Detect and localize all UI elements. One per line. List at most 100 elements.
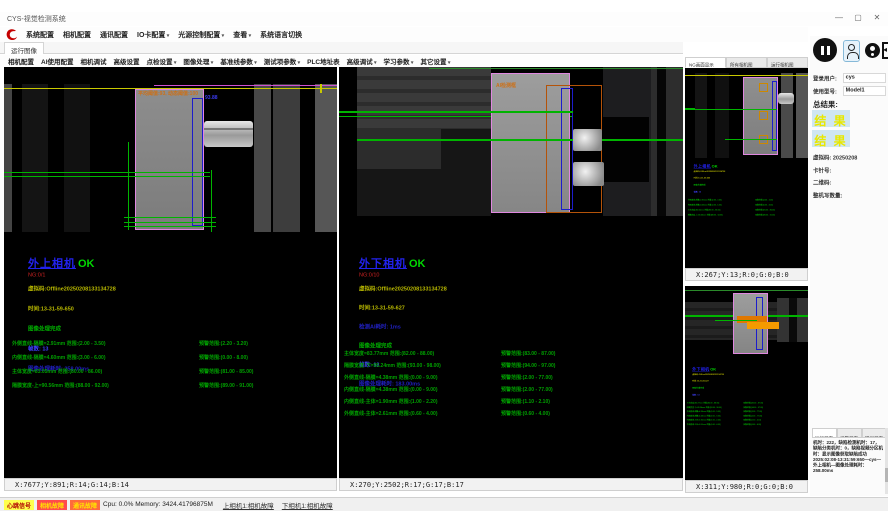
tab-alarm-log[interactable]: 报警日志 [837, 428, 862, 438]
tab-error-log[interactable]: 错误日志 [862, 428, 887, 438]
result-indicator-upper: 结 果 [812, 110, 850, 127]
thumbnail-panel-lower[interactable]: 外下相机OK 虚拟码:Offline20250208133134728 时间:1… [685, 286, 808, 493]
result-indicator-lower: 结 果 [812, 130, 850, 147]
tool-learning-params[interactable]: 学习参数 [384, 56, 414, 66]
menu-io-config[interactable]: IO卡配置 [137, 30, 169, 40]
tool-spot-check[interactable]: 点检设置 [147, 56, 177, 66]
window-title: CYS-视觉检测系统 [7, 14, 66, 24]
close-button[interactable]: ✕ [872, 13, 882, 22]
measurement-row: 主体宽度=83.05mm 范围:(80.00 - 86.00)预警范围:(81.… [12, 367, 102, 375]
heartbeat-badge: 心跳信号 [4, 500, 34, 510]
menu-camera-config[interactable]: 相机配置 [63, 30, 91, 40]
capture-time: 时间:13-31-59-627 [359, 303, 537, 311]
menu-language-switch[interactable]: 系统语言切换 [260, 30, 302, 40]
thumbnail-panel-upper[interactable]: 外上相机OK 虚拟码:Offline20250208133134728 时间:1… [685, 68, 808, 281]
connector-part [204, 121, 253, 147]
machine-write-count-field: 整机写数量: [813, 191, 842, 199]
result-ok: OK [409, 258, 426, 270]
app-window: CYS-视觉检测系统 — ▢ ✕ 系统配置 相机配置 通讯配置 IO卡配置 光源… [0, 0, 888, 522]
tab-run-image[interactable]: 运行图像 [4, 42, 44, 54]
result-ok: OK [78, 258, 95, 270]
measurement-row: 外侧直线-隔膜=2.91mm 范围:(2.00 - 3.50)预警范围:(2.2… [12, 339, 106, 347]
user-icon [848, 44, 855, 51]
tool-advanced-settings[interactable]: 高级设置 [114, 56, 140, 66]
thumbnail-textblock-upper: 外上相机OK 虚拟码:Offline20250208133134728 时间:1… [685, 163, 808, 218]
measurement-row: 外侧直线-主体=2.61mm 范围:(0.60 - 4.00)预警范围:(0.6… [344, 409, 438, 417]
qr-code-field: 二维码: [813, 178, 831, 186]
blue-measure-label: 93.88 [205, 95, 218, 101]
tool-advanced-debug[interactable]: 高级调试 [347, 56, 377, 66]
exit-button[interactable] [882, 42, 888, 59]
pixel-coords-readout: X:311;Y:980;R:0;G:0;B:0 [685, 480, 808, 493]
total-result-label: 总结果: [813, 99, 838, 110]
camera-fault-badge: 相机故障 [37, 500, 67, 510]
tool-plc-address-table[interactable]: PLC地址表 [307, 56, 340, 66]
tool-other-settings[interactable]: 其它设置 [420, 56, 450, 66]
measurement-row: 隔膜宽度-上=90.56mm 范围:(88.00 - 92.00)预警范围:(8… [12, 381, 109, 389]
tool-ai-usage-config[interactable]: AI使用配置 [41, 56, 74, 66]
app-logo-icon [5, 28, 19, 41]
measurement-row: 内侧直线-主体=1.90mm 范围:(1.00 - 2.20)预警范围:(1.1… [344, 397, 438, 405]
titlebar: CYS-视觉检测系统 — ▢ ✕ [0, 12, 888, 26]
menu-view[interactable]: 查看 [233, 30, 251, 40]
virtual-code-field: 虚拟码: 20250208 [813, 153, 857, 161]
pixel-coords-readout: X:267;Y:13;R:0;G:0;B:0 [685, 268, 808, 281]
ai-elapsed: 检测AI耗时: 1ms [359, 322, 537, 330]
user-login-button[interactable] [843, 40, 860, 62]
config-toolbar: 相机配置 AI使用配置 相机调试 高级设置 点检设置 图像处理 基准线参数 测试… [0, 55, 683, 67]
threshold-overlay-label: 平均阈值:93, 动态阈值:100 [138, 90, 198, 97]
process-done: 图像处理完成 [359, 341, 537, 349]
right-sidebar: 登录用户: cys 使用型号: Model1 总结果: 结 果 结 果 虚拟码:… [810, 36, 888, 496]
measurement-row: 隔膜宽度-下=95.24mm 范围:(93.00 - 98.00)预警范围:(9… [344, 361, 441, 369]
tool-camera-config[interactable]: 相机配置 [8, 56, 34, 66]
measurement-row: 内侧直线-隔膜=4.60mm 范围:(3.00 - 6.00)预警范围:(0.0… [12, 353, 106, 361]
virtual-code: 虚拟码:Offline20250208133134728 [359, 284, 537, 292]
ng-count: NG:0/10 [359, 272, 537, 278]
upper-camera-status[interactable]: 上相机1:相机故障 [223, 500, 274, 510]
maximize-button[interactable]: ▢ [853, 13, 863, 22]
login-user-value: cys [843, 73, 886, 83]
pixel-coords-readout: X:7677;Y:891;R:14;G:14;B:14 [4, 478, 337, 491]
model-value: Model1 [843, 86, 886, 96]
process-done: 图像处理完成 [28, 324, 198, 332]
log-tabs: 运行日志 报警日志 错误日志 [812, 428, 887, 438]
log-text[interactable]: 机时：222，缺陷检测机时：17，缺陷分类机时：0，缺陷视频分区机时：显示图像获… [813, 440, 883, 474]
status-bar: 心跳信号 相机故障 通讯故障 Cpu: 0.0% Memory: 3424.41… [0, 497, 888, 511]
minimize-button[interactable]: — [834, 13, 844, 22]
menu-light-control-config[interactable]: 光源控制配置 [178, 30, 224, 40]
pause-button[interactable] [813, 38, 837, 62]
ai-detect-box-label: AI检测框 [496, 82, 516, 89]
cpu-memory-readout: Cpu: 0.0% Memory: 3424.41796875M [103, 501, 213, 508]
measurement-row: 外侧直线-隔膜=4.38mm 范围:(0.00 - 9.00)预警范围:(2.0… [344, 373, 438, 381]
tool-image-processing[interactable]: 图像处理 [183, 56, 213, 66]
tool-test-params[interactable]: 测试项参数 [264, 56, 300, 66]
measurement-row: 内侧直线-隔膜=4.38mm 范围:(0.00 - 9.00)预警范围:(2.0… [344, 385, 438, 393]
thumbnail-image-upper[interactable] [685, 73, 808, 158]
thumbnail-textblock-lower: 外下相机OK 虚拟码:Offline20250208133134728 时间:1… [685, 366, 808, 427]
tab-running-cameras[interactable]: 运行相机图 [767, 57, 808, 68]
lower-camera-status[interactable]: 下相机1:相机故障 [282, 500, 333, 510]
tab-run-log[interactable]: 运行日志 [812, 428, 837, 438]
tool-camera-debug[interactable]: 相机调试 [81, 56, 107, 66]
tool-baseline-params[interactable]: 基准线参数 [220, 56, 256, 66]
account-button[interactable] [865, 43, 880, 58]
pin-number-field: 卡针号: [813, 166, 831, 174]
pixel-coords-readout: X:270;Y:2502;R:17;G:17;B:17 [339, 478, 683, 491]
comm-fault-badge: 通讯故障 [70, 500, 100, 510]
contact-part [573, 129, 602, 151]
capture-time: 时间:13-31-59-650 [28, 304, 198, 312]
camera-panel-lower-outer[interactable]: AI检测框 外下相机OK NG:0/10 虚拟码:Offline20250208… [339, 67, 683, 491]
camera-image-upper-outer[interactable]: 平均阈值:93, 动态阈值:100 93.88 [4, 84, 337, 232]
thumbnail-image-lower[interactable] [685, 288, 808, 360]
menu-bar: 系统配置 相机配置 通讯配置 IO卡配置 光源控制配置 查看 系统语言切换 [0, 27, 808, 42]
menu-comm-config[interactable]: 通讯配置 [100, 30, 128, 40]
login-user-label: 登录用户: [813, 74, 837, 82]
tab-ng-display[interactable]: NG画面显示 [685, 57, 726, 68]
camera-panel-upper-outer[interactable]: 平均阈值:93, 动态阈值:100 93.88 外上相机OK NG:0/1 虚拟… [4, 67, 337, 491]
camera-image-lower-outer[interactable]: AI检测框 [339, 67, 683, 216]
virtual-code: 虚拟码:Offline20250208133134728 [28, 284, 198, 292]
tab-all-cameras[interactable]: 所有相机图 [726, 57, 767, 68]
ng-count: NG:0/1 [28, 272, 198, 278]
camera-title: 外下相机 [359, 258, 407, 270]
menu-system-config[interactable]: 系统配置 [26, 30, 54, 40]
